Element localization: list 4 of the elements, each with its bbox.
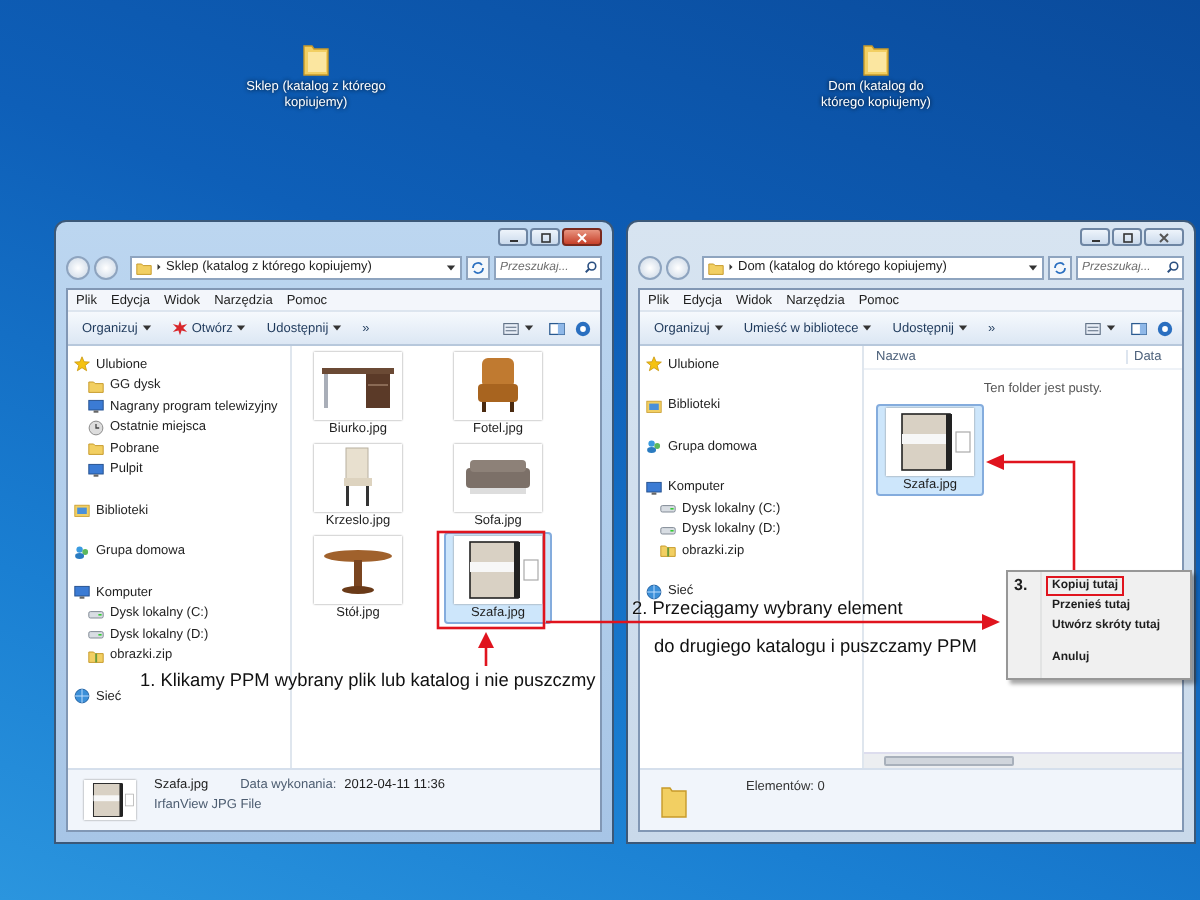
annotation-text: 1. Klikamy PPM wybrany plik lub katalog i nie puszczmy [140, 670, 596, 690]
step-number: 3. [1012, 574, 1030, 598]
annotation-text: do drugiego katalogu i puszczamy PPM [654, 636, 977, 656]
annotation-text: 2. Przeciągamy wybrany element [632, 598, 903, 618]
